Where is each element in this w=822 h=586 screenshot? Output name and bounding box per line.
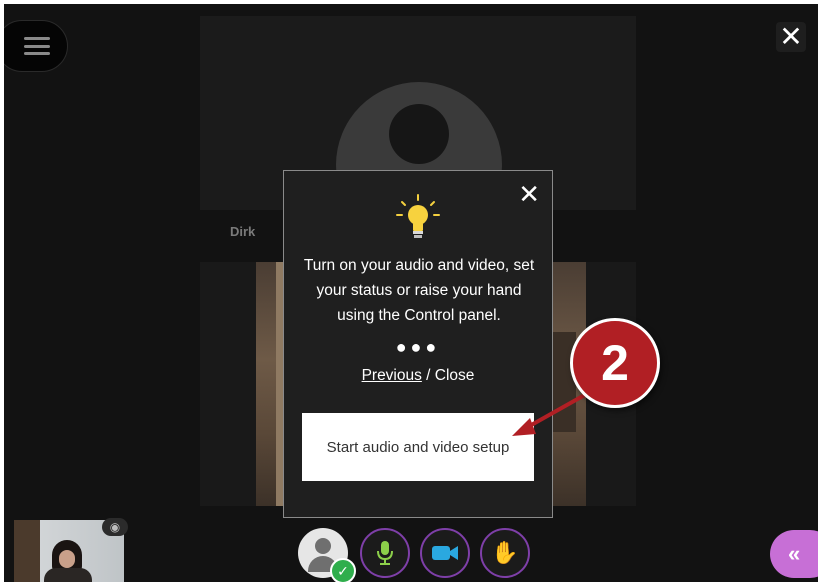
- step-callout-badge: 2: [570, 318, 660, 408]
- callout-arrow: [512, 390, 591, 436]
